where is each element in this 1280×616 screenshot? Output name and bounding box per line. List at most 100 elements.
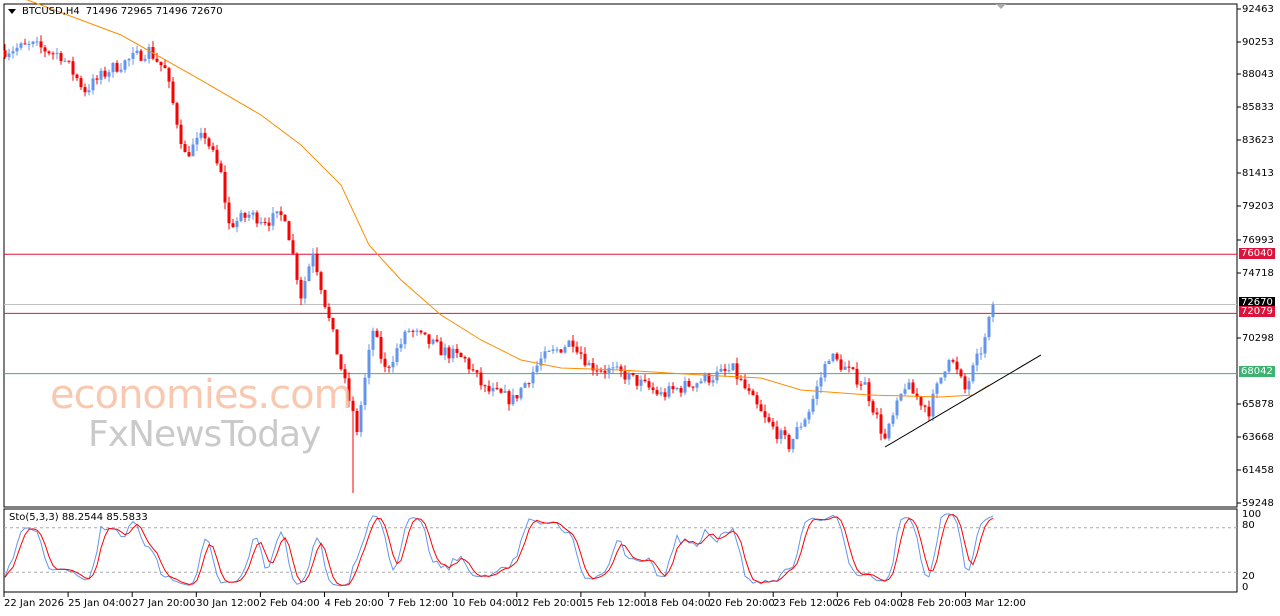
candle-body <box>351 400 355 411</box>
sto-level-100: 100 <box>1242 509 1262 520</box>
candle-body <box>411 330 415 332</box>
candle-body <box>667 386 671 397</box>
candle-body <box>719 368 723 372</box>
candle-body <box>171 81 175 104</box>
time-axis-label: 3 Mar 12:00 <box>965 598 1026 609</box>
candle-body <box>103 70 107 77</box>
candle-body <box>739 378 743 380</box>
candle-body <box>807 411 811 420</box>
candle-body <box>891 415 895 424</box>
candle-body <box>983 337 987 354</box>
moving-average-line <box>40 4 990 398</box>
symbol-label: BTCUSD,H4 <box>22 6 80 17</box>
candle-body <box>783 430 787 435</box>
candle-body <box>287 221 291 241</box>
candle-body <box>843 366 847 370</box>
candle-body <box>167 68 171 82</box>
candle-body <box>799 426 803 428</box>
candle-body <box>143 58 147 61</box>
candle-body <box>771 421 775 427</box>
candle-body <box>395 348 399 362</box>
candle-body <box>731 363 735 371</box>
candle-body <box>839 359 843 370</box>
candle-body <box>763 411 767 418</box>
candle-body <box>527 383 531 385</box>
price-axis-label: 85833 <box>1242 102 1274 113</box>
time-axis-label: 18 Feb 04:00 <box>645 598 711 609</box>
candle-body <box>775 426 779 439</box>
candle-body <box>59 52 63 61</box>
time-axis-label: 2 Feb 04:00 <box>260 598 320 609</box>
candle-body <box>475 370 479 373</box>
candle-body <box>811 398 815 412</box>
candle-body <box>603 370 607 373</box>
candle-body <box>243 213 247 218</box>
candle-body <box>15 47 19 52</box>
candle-body <box>463 357 467 359</box>
candle-body <box>335 329 339 355</box>
time-axis-label: 26 Feb 04:00 <box>837 598 903 609</box>
candle-body <box>483 385 487 387</box>
candle-body <box>107 72 111 77</box>
candle-body <box>471 369 475 371</box>
price-axis-label: 88043 <box>1242 69 1274 80</box>
candle-body <box>515 395 519 399</box>
candle-body <box>935 383 939 394</box>
time-axis-label: 12 Feb 20:00 <box>516 598 583 609</box>
candle-body <box>427 334 431 344</box>
candle-body <box>823 363 827 378</box>
candle-body <box>967 381 971 390</box>
candle-body <box>683 380 687 393</box>
candle-body <box>911 382 915 394</box>
support-68042-tag: 68042 <box>1239 366 1275 377</box>
price-axis-label: 74718 <box>1242 268 1274 279</box>
candle-body <box>779 430 783 439</box>
time-axis-label: 7 Feb 12:00 <box>388 598 448 609</box>
candle-body <box>47 51 51 54</box>
candle-body <box>27 43 31 45</box>
candle-body <box>803 419 807 427</box>
shift-marker-icon <box>996 4 1006 9</box>
candle-body <box>239 213 243 222</box>
chart-canvas[interactable] <box>0 0 1280 616</box>
candle-body <box>99 70 103 80</box>
candle-body <box>847 366 851 368</box>
dropdown-triangle-icon[interactable] <box>8 9 16 14</box>
candle-body <box>575 346 579 353</box>
candle-body <box>587 363 591 366</box>
time-axis-label: 22 Jan 2026 <box>4 598 64 609</box>
candle-body <box>563 346 567 353</box>
candle-body <box>615 366 619 368</box>
candle-body <box>227 202 231 224</box>
symbol-header[interactable]: BTCUSD,H4 71496 72965 71496 72670 <box>8 6 223 17</box>
candle-body <box>251 212 255 215</box>
candle-body <box>819 377 823 387</box>
candle-body <box>971 365 975 382</box>
candle-body <box>67 60 71 62</box>
candle-body <box>595 370 599 372</box>
candle-body <box>139 50 143 61</box>
candle-body <box>403 331 407 345</box>
candle-body <box>219 163 223 172</box>
time-axis-label: 4 Feb 20:00 <box>324 598 384 609</box>
candle-body <box>295 253 299 280</box>
candle-body <box>951 360 955 362</box>
candle-body <box>887 423 891 439</box>
candle-body <box>551 349 555 351</box>
candle-body <box>883 433 887 439</box>
candle-body <box>991 304 995 317</box>
candle-body <box>195 137 199 145</box>
price-axis-label: 76993 <box>1242 235 1274 246</box>
candle-body <box>55 52 59 54</box>
ohlc-values: 71496 72965 71496 72670 <box>85 6 223 17</box>
candle-body <box>975 353 979 366</box>
candle-body <box>655 390 659 395</box>
candle-body <box>63 60 67 62</box>
candle-body <box>643 379 647 382</box>
candle-body <box>259 221 263 224</box>
candle-body <box>379 336 383 359</box>
candle-body <box>299 279 303 299</box>
candle-body <box>867 382 871 402</box>
candle-body <box>691 386 695 388</box>
candle-body <box>531 371 535 384</box>
